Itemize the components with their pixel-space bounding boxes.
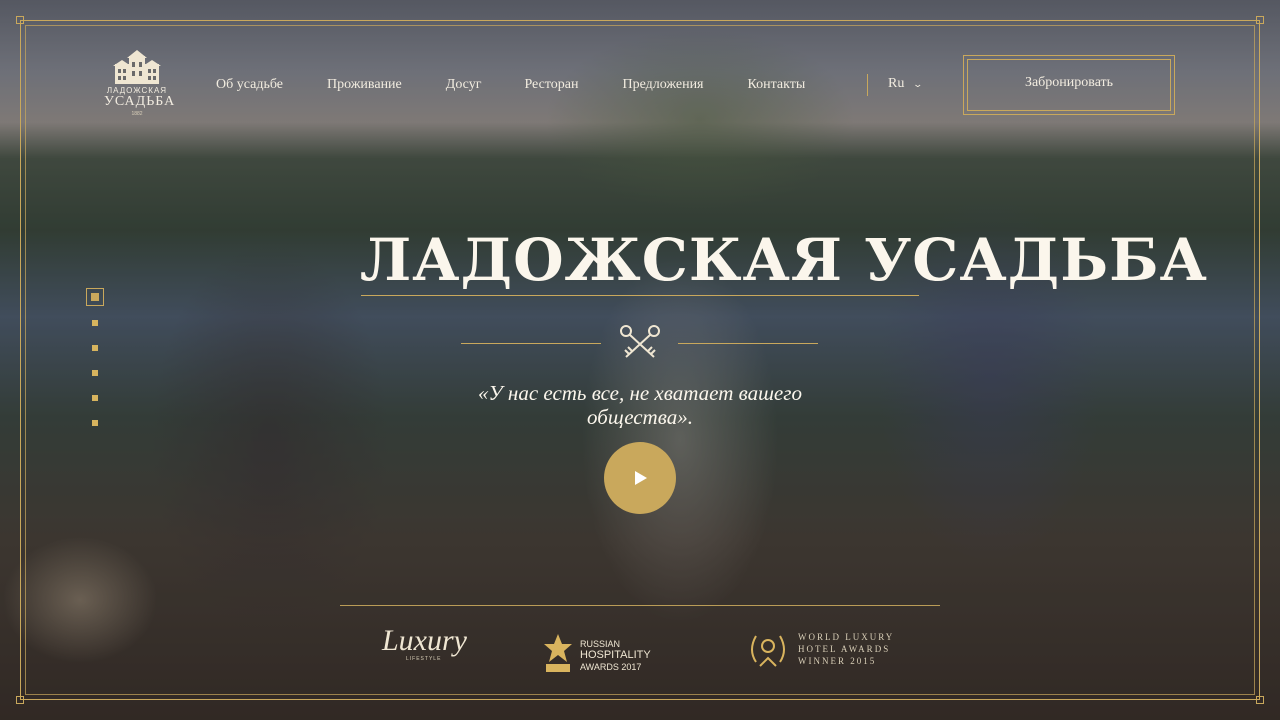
language-selector[interactable]: Ru ⌄ — [888, 76, 924, 92]
slide-dot[interactable] — [92, 395, 98, 401]
play-video-button[interactable] — [604, 442, 676, 514]
language-current: Ru — [888, 76, 905, 91]
ornament-line-left — [461, 343, 601, 344]
laurel-wreath-icon — [751, 635, 785, 667]
manor-house-icon — [113, 50, 161, 84]
award-world-luxury-hotel: WORLD LUXURY HOTEL AWARDS WINNER 2015 — [746, 628, 906, 672]
ornament-line-right — [678, 343, 818, 344]
award-luxury-title: Luxury — [382, 624, 467, 657]
award-emblem-icon — [544, 634, 572, 672]
hero-quote-line: общества». — [587, 405, 693, 429]
slide-dot[interactable] — [92, 345, 98, 351]
slide-dot[interactable] — [92, 320, 98, 326]
hero-quote: «У нас есть все, не хватает вашего общес… — [430, 381, 850, 429]
title-underline — [361, 295, 919, 296]
logo-year: 1882 — [131, 111, 143, 117]
nav-item-offers[interactable]: Предложения — [622, 77, 703, 93]
award-wlha-line2: HOTEL AWARDS — [798, 644, 891, 654]
slide-pagination — [86, 288, 106, 445]
award-luxury-subtitle: LIFESTYLE — [406, 656, 442, 662]
slide-dot[interactable] — [92, 420, 98, 426]
nav-item-leisure[interactable]: Досуг — [446, 77, 482, 93]
logo-text-main: УСАДЬБА — [104, 94, 176, 109]
frame-corner — [16, 16, 24, 24]
frame-corner — [16, 696, 24, 704]
nav-divider — [867, 74, 868, 96]
hero-title: Ладожская усадьба — [360, 226, 1208, 294]
award-rha-line2: HOSPITALITY — [580, 649, 651, 661]
award-rha-line1: RUSSIAN — [580, 639, 621, 649]
slide-dot[interactable] — [92, 370, 98, 376]
main-nav: Об усадьбе Проживание Досуг Ресторан Пре… — [216, 76, 805, 94]
site-logo[interactable]: ЛАДОЖСКАЯ УСАДЬБА 1882 — [104, 50, 176, 124]
crossed-keys-icon — [620, 325, 660, 358]
nav-item-contacts[interactable]: Контакты — [748, 77, 806, 93]
award-rha-line3: AWARDS 2017 — [580, 662, 642, 672]
book-button-label: Забронировать — [1024, 75, 1114, 90]
book-button[interactable]: Забронировать — [963, 55, 1175, 115]
award-russian-hospitality: RUSSIAN HOSPITALITY AWARDS 2017 — [540, 632, 670, 678]
chevron-down-icon: ⌄ — [912, 78, 924, 89]
nav-item-about[interactable]: Об усадьбе — [216, 77, 283, 93]
hero-quote-line: «У нас есть все, не хватает вашего — [478, 381, 802, 405]
award-wlha-line1: WORLD LUXURY — [798, 632, 895, 642]
awards-divider — [340, 605, 940, 606]
nav-item-restaurant[interactable]: Ресторан — [524, 77, 578, 93]
award-wlha-line3: WINNER 2015 — [798, 656, 877, 666]
frame-corner — [1256, 16, 1264, 24]
nav-item-accommodation[interactable]: Проживание — [327, 77, 402, 93]
award-luxury-lifestyle: Luxury LIFESTYLE — [378, 624, 467, 676]
frame-corner — [1256, 696, 1264, 704]
slide-dot-active[interactable] — [86, 288, 104, 306]
